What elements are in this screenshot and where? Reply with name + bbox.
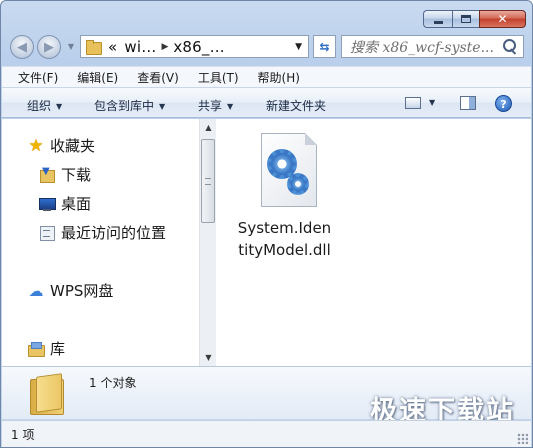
new-folder-label: 新建文件夹 xyxy=(266,99,327,113)
address-overflow[interactable]: « xyxy=(108,38,117,56)
download-folder-icon xyxy=(39,166,55,183)
search-box[interactable]: 搜索 x86_wcf-syste... xyxy=(341,35,524,58)
refresh-button[interactable]: ⇆ xyxy=(313,35,336,58)
sidebar-item-label: 下载 xyxy=(61,166,92,184)
resize-grip-icon[interactable] xyxy=(517,433,528,444)
chevron-down-icon: ▼ xyxy=(67,42,75,51)
recent-places-icon xyxy=(39,225,55,241)
include-in-library-label: 包含到库中 xyxy=(94,99,155,113)
preview-pane-icon[interactable] xyxy=(460,96,476,110)
library-icon xyxy=(28,341,45,357)
close-button[interactable]: ✕ xyxy=(479,10,526,28)
chevron-down-icon: ▼ xyxy=(159,102,166,111)
search-input[interactable]: 搜索 x86_wcf-syste... xyxy=(350,37,500,57)
cloud-icon: ☁ xyxy=(28,281,44,300)
sidebar-item-recent-places[interactable]: 最近访问的位置 xyxy=(39,222,166,243)
dll-gear-icon xyxy=(253,133,317,211)
sidebar-item-label: 最近访问的位置 xyxy=(61,224,167,242)
include-in-library-button[interactable]: 包含到库中 ▼ xyxy=(94,97,165,114)
view-options-chevron-icon[interactable]: ▼ xyxy=(429,98,435,107)
folder-icon xyxy=(28,375,66,415)
search-icon[interactable] xyxy=(500,37,520,57)
navigation-pane: ★ 收藏夹 下载 桌面 最近访问的位置 ☁ WPS网盘 库 xyxy=(2,119,199,366)
file-name: System.IdentityModel.dll xyxy=(237,219,332,259)
scroll-down-arrow-icon[interactable]: ▼ xyxy=(200,349,217,366)
item-count: 1 个对象 xyxy=(89,376,137,390)
navigation-pane-scrollbar[interactable]: ▲ ▼ xyxy=(199,119,216,366)
share-button[interactable]: 共享 ▼ xyxy=(198,97,233,114)
explorer-window: ✕ ◀ ▶ ▼ « wi… ▶ x86_… ▼ ⇆ 搜索 x86_wcf-sys… xyxy=(0,0,533,448)
command-bar: 组织 ▼ 包含到库中 ▼ 共享 ▼ 新建文件夹 ▼ ? xyxy=(2,87,531,118)
minimize-button[interactable] xyxy=(423,10,452,28)
organize-label: 组织 xyxy=(27,99,52,113)
desktop-icon xyxy=(39,196,56,212)
organize-button[interactable]: 组织 ▼ xyxy=(27,97,62,114)
sidebar-item-label: 库 xyxy=(50,340,66,358)
close-icon: ✕ xyxy=(497,12,508,26)
menu-edit[interactable]: 编辑(E) xyxy=(77,69,118,86)
sidebar-item-desktop[interactable]: 桌面 xyxy=(39,193,91,214)
sidebar-item-favorites[interactable]: ★ 收藏夹 xyxy=(28,135,95,156)
help-icon[interactable]: ? xyxy=(495,95,512,112)
content-area: ★ 收藏夹 下载 桌面 最近访问的位置 ☁ WPS网盘 库 xyxy=(2,119,531,366)
address-history-chevron-icon[interactable]: ▼ xyxy=(295,42,302,52)
address-bar[interactable]: « wi… ▶ x86_… ▼ xyxy=(80,35,309,58)
chevron-down-icon: ▼ xyxy=(227,102,234,111)
gear-icon xyxy=(286,173,309,195)
refresh-icon: ⇆ xyxy=(319,39,330,54)
caption-buttons: ✕ xyxy=(423,10,526,28)
status-item-count: 1 项 xyxy=(11,427,35,442)
details-pane: 1 个对象 极速下载站 xyxy=(2,366,531,427)
sidebar-item-label: 桌面 xyxy=(61,195,92,213)
minimize-icon xyxy=(433,20,443,24)
scroll-up-arrow-icon[interactable]: ▲ xyxy=(200,119,217,136)
chevron-down-icon: ▼ xyxy=(56,102,63,111)
navigation-bar: ◀ ▶ ▼ « wi… ▶ x86_… ▼ ⇆ 搜索 x86_wcf-syste… xyxy=(10,33,524,60)
scrollbar-thumb[interactable] xyxy=(201,139,215,223)
sidebar-item-downloads[interactable]: 下载 xyxy=(39,164,91,185)
star-icon: ★ xyxy=(28,135,44,156)
menu-tools[interactable]: 工具(T) xyxy=(198,69,239,86)
menu-view[interactable]: 查看(V) xyxy=(137,69,179,86)
breadcrumb-segment[interactable]: x86_… xyxy=(173,38,224,56)
share-label: 共享 xyxy=(198,99,223,113)
new-folder-button[interactable]: 新建文件夹 xyxy=(266,97,326,114)
forward-button[interactable]: ▶ xyxy=(37,35,61,59)
breadcrumb-segment[interactable]: wi… xyxy=(124,38,156,56)
sidebar-item-libraries[interactable]: 库 xyxy=(28,338,65,359)
back-button[interactable]: ◀ xyxy=(10,35,34,59)
file-item[interactable]: System.IdentityModel.dll xyxy=(237,133,332,261)
breadcrumb-separator-icon[interactable]: ▶ xyxy=(161,42,168,52)
menu-help[interactable]: 帮助(H) xyxy=(258,69,300,86)
status-bar: 1 项 xyxy=(2,420,531,447)
recent-pages-dropdown[interactable]: ▼ xyxy=(65,41,77,53)
arrow-right-icon: ▶ xyxy=(44,39,54,55)
change-view-icon[interactable] xyxy=(405,97,421,109)
arrow-left-icon: ◀ xyxy=(17,39,27,55)
menu-file[interactable]: 文件(F) xyxy=(18,69,58,86)
sidebar-item-label: WPS网盘 xyxy=(50,282,114,300)
sidebar-item-wps-cloud[interactable]: ☁ WPS网盘 xyxy=(28,280,114,301)
file-list: System.IdentityModel.dll xyxy=(217,119,531,366)
folder-icon xyxy=(86,39,102,55)
menu-bar: 文件(F) 编辑(E) 查看(V) 工具(T) 帮助(H) xyxy=(2,66,531,87)
maximize-button[interactable] xyxy=(452,10,479,28)
sidebar-item-label: 收藏夹 xyxy=(50,137,96,155)
maximize-icon xyxy=(461,15,471,23)
